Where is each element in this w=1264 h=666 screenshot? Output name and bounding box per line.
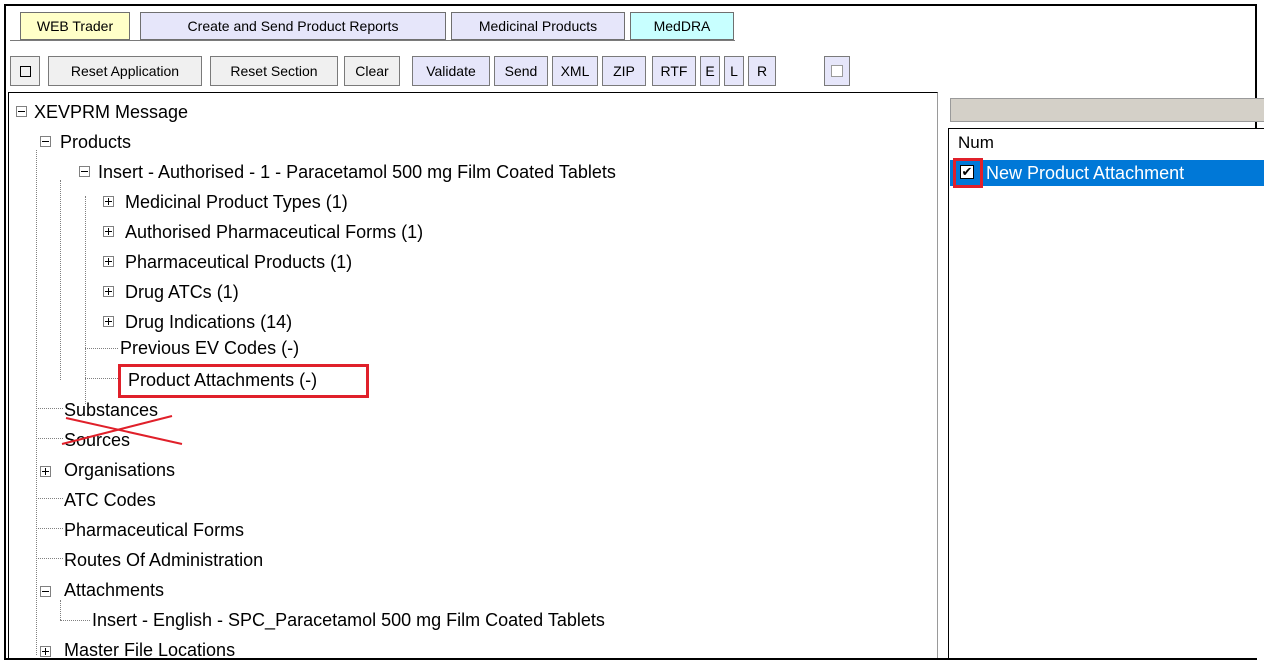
tree-line [85, 378, 118, 379]
tree-node-drug-atcs[interactable]: Drug ATCs (1) [125, 280, 239, 304]
expand-icon[interactable] [40, 466, 51, 477]
list-item-new-product-attachment[interactable]: New Product Attachment [950, 160, 1264, 186]
expand-icon[interactable] [103, 226, 114, 237]
checkbox-highlight-box [953, 158, 983, 188]
tab-underline [10, 40, 735, 41]
expand-icon[interactable] [103, 256, 114, 267]
tree-node-attachment-insert[interactable]: Insert - English - SPC_Paracetamol 500 m… [92, 608, 605, 632]
tree-node-drug-indications[interactable]: Drug Indications (14) [125, 310, 292, 334]
zip-button[interactable]: ZIP [602, 56, 646, 86]
reset-section-button[interactable]: Reset Section [210, 56, 338, 86]
tree-line [36, 438, 63, 439]
column-header-num[interactable]: Num [950, 131, 1264, 155]
tree-node-products[interactable]: Products [60, 130, 131, 154]
tree-node-xevprm-message[interactable]: XEVPRM Message [34, 100, 188, 124]
e-button[interactable]: E [700, 56, 720, 86]
rtf-button[interactable]: RTF [652, 56, 696, 86]
tree-line [85, 348, 118, 349]
expand-icon[interactable] [103, 286, 114, 297]
send-button[interactable]: Send [494, 56, 548, 86]
expand-icon[interactable] [103, 196, 114, 207]
tree-node-medicinal-product-types[interactable]: Medicinal Product Types (1) [125, 190, 348, 214]
validate-button[interactable]: Validate [412, 56, 490, 86]
l-button[interactable]: L [724, 56, 744, 86]
tree-line [85, 196, 86, 404]
tree-line [36, 408, 63, 409]
tree-node-authorised-pharmaceutical-forms[interactable]: Authorised Pharmaceutical Forms (1) [125, 220, 423, 244]
tree-line [60, 600, 61, 620]
clear-button[interactable]: Clear [344, 56, 400, 86]
right-panel-header-bar [950, 98, 1264, 122]
tree-line [60, 620, 90, 621]
tree-line [60, 180, 61, 380]
tree-node-pharmaceutical-forms[interactable]: Pharmaceutical Forms [64, 518, 244, 542]
tab-medicinal-products[interactable]: Medicinal Products [451, 12, 625, 40]
tab-web-trader[interactable]: WEB Trader [20, 12, 130, 40]
tree-line [36, 498, 63, 499]
reset-application-button[interactable]: Reset Application [48, 56, 202, 86]
collapse-icon[interactable] [79, 166, 90, 177]
collapse-icon[interactable] [16, 106, 27, 117]
tree-node-routes-of-administration[interactable]: Routes Of Administration [64, 548, 263, 572]
collapse-icon[interactable] [40, 586, 51, 597]
collapse-icon[interactable] [40, 136, 51, 147]
square-icon [831, 65, 843, 77]
tree-node-attachments[interactable]: Attachments [64, 578, 164, 602]
xml-button[interactable]: XML [552, 56, 598, 86]
tree-node-previous-ev-codes[interactable]: Previous EV Codes (-) [120, 336, 299, 360]
r-button[interactable]: R [748, 56, 776, 86]
tree-node-pharmaceutical-products[interactable]: Pharmaceutical Products (1) [125, 250, 352, 274]
tree-line [36, 558, 63, 559]
tree-node-atc-codes[interactable]: ATC Codes [64, 488, 156, 512]
extra-square-button[interactable] [824, 56, 850, 86]
attachment-list-panel [948, 128, 1264, 658]
tab-meddra[interactable]: MedDRA [630, 12, 734, 40]
square-icon [19, 66, 31, 77]
collapse-button[interactable] [10, 56, 40, 86]
tree-node-product-insert[interactable]: Insert - Authorised - 1 - Paracetamol 50… [98, 160, 616, 184]
expand-icon[interactable] [40, 646, 51, 657]
tree-line [36, 528, 63, 529]
tab-create-and-send-product-reports[interactable]: Create and Send Product Reports [140, 12, 446, 40]
tree-node-master-file-locations[interactable]: Master File Locations [64, 638, 235, 662]
tree-line [36, 150, 37, 655]
cross-out-mark [61, 415, 183, 445]
tree-node-organisations[interactable]: Organisations [64, 458, 175, 482]
highlight-box [118, 364, 369, 398]
list-item-label: New Product Attachment [986, 163, 1185, 183]
expand-icon[interactable] [103, 316, 114, 327]
